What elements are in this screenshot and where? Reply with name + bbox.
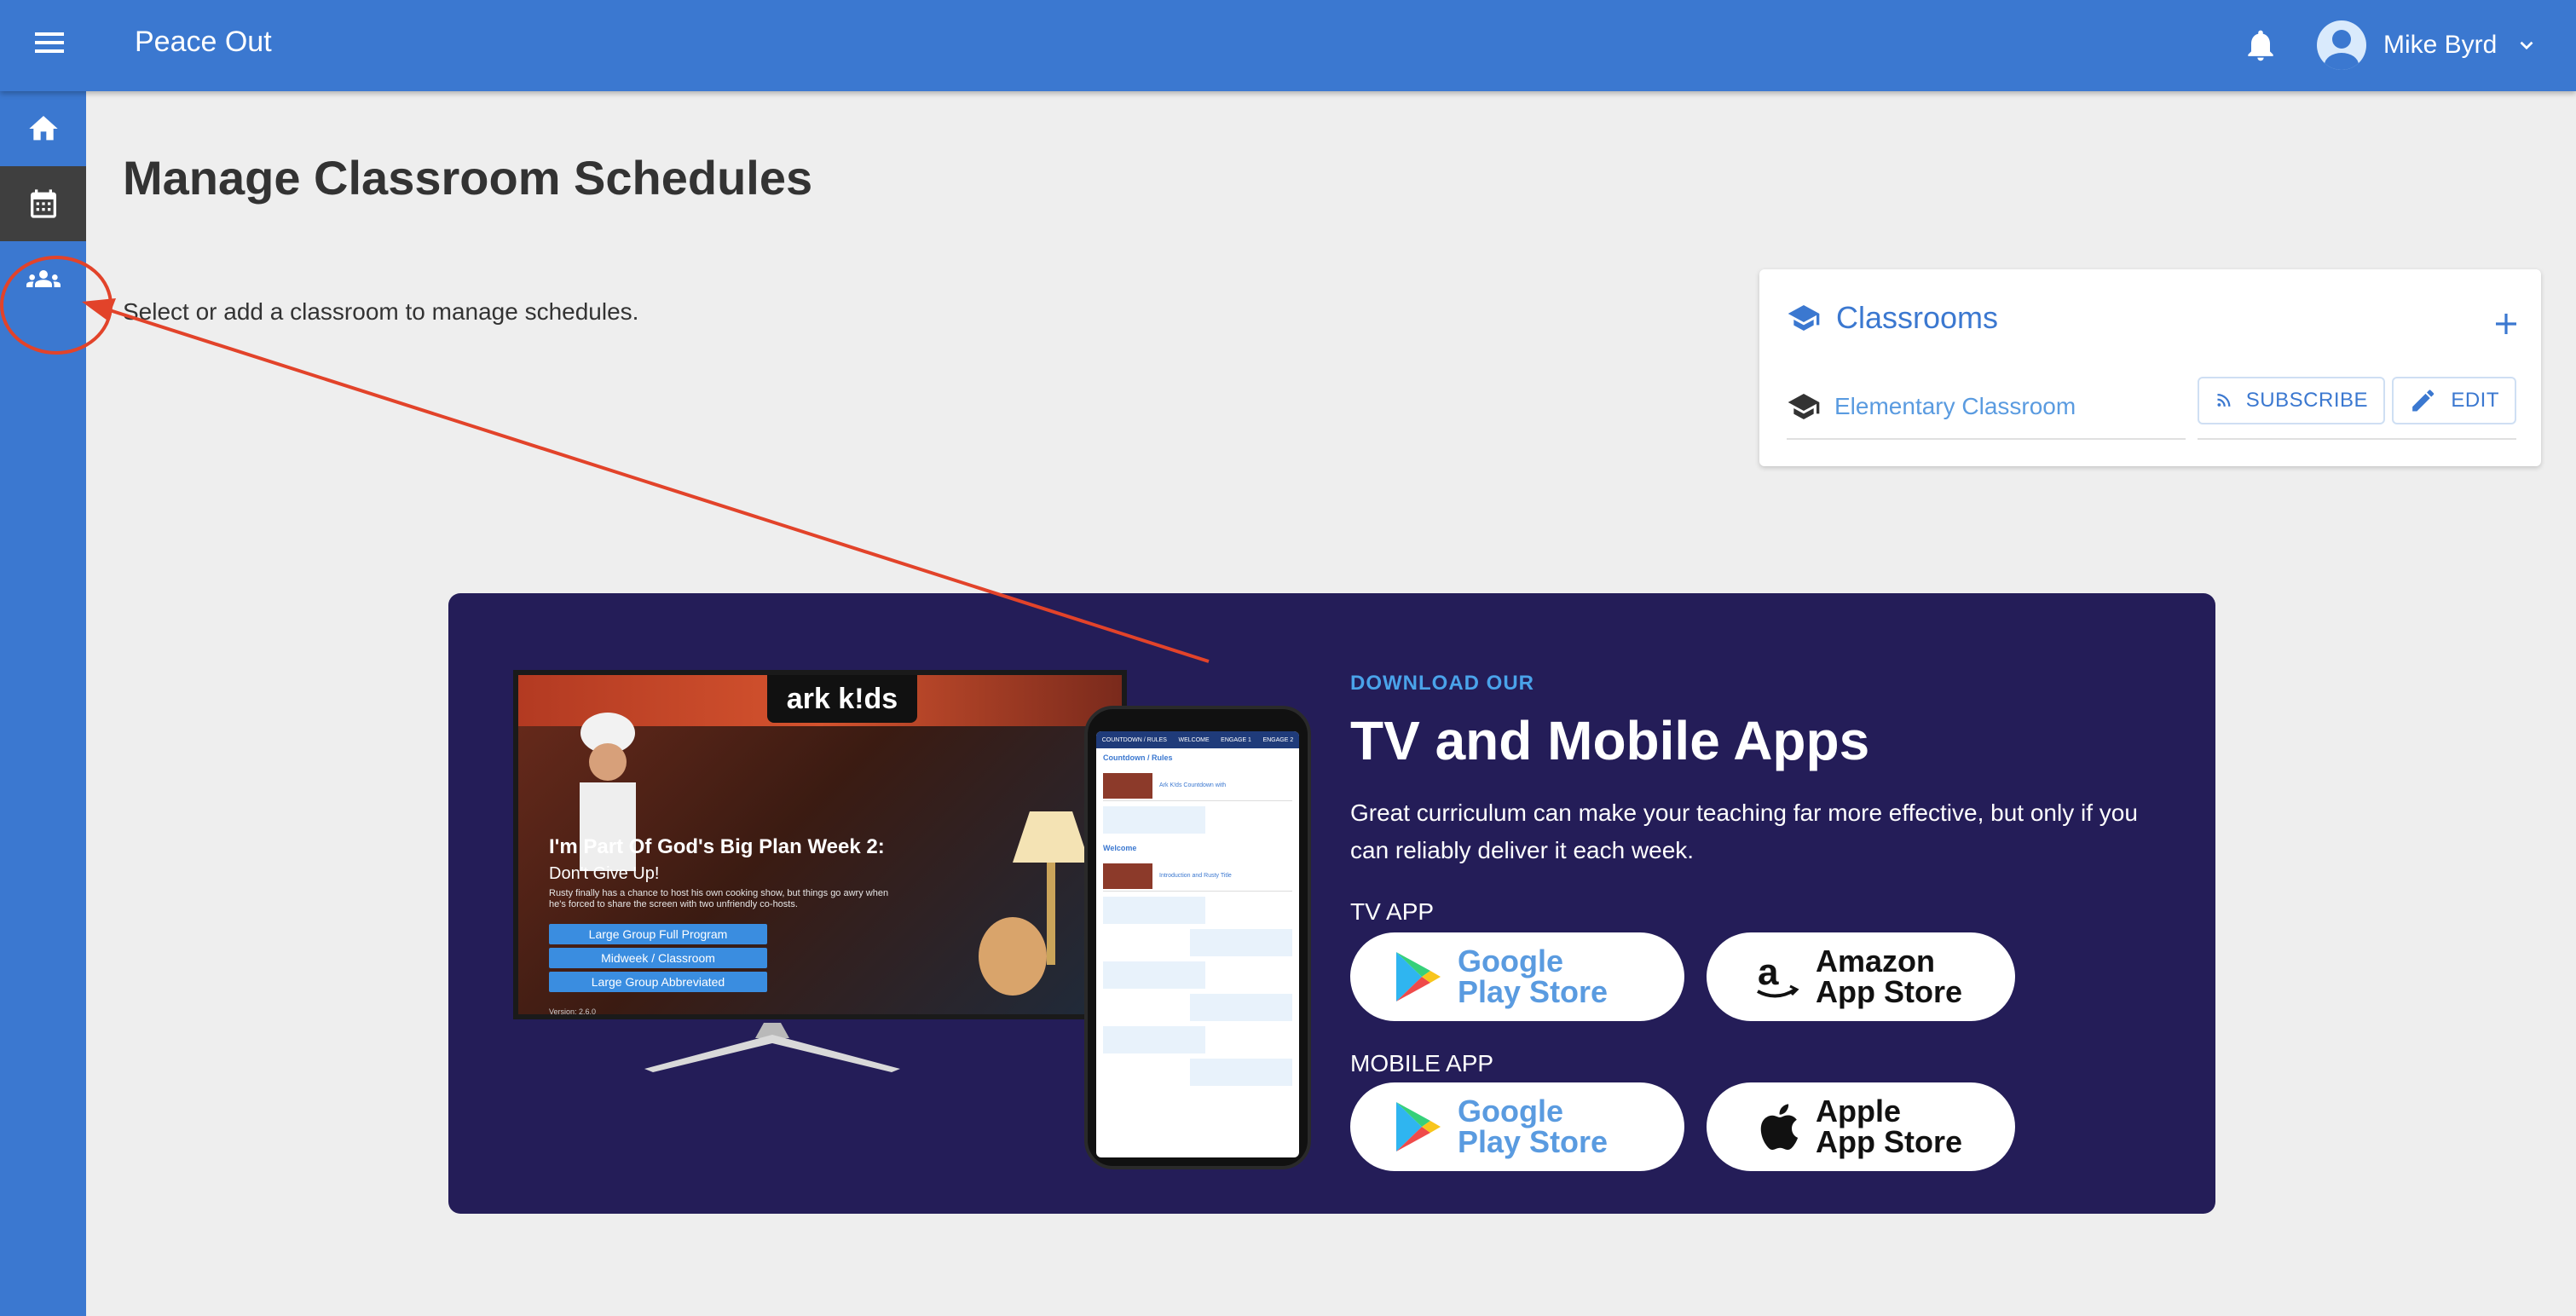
- home-icon: [28, 116, 58, 141]
- classroom-row: Elementary Classroom: [1787, 375, 2186, 440]
- tv-amazon-button[interactable]: a Amazon App Store: [1707, 932, 2015, 1021]
- tv-preview-image: ark k!ds I'm Part Of God's Big Plan Week…: [513, 670, 1127, 1019]
- edit-button[interactable]: EDIT: [2392, 377, 2516, 424]
- tv-option: Large Group Full Program: [549, 924, 767, 944]
- tv-episode-subheading: Don't Give Up!: [549, 864, 660, 883]
- edit-label: EDIT: [2451, 389, 2499, 412]
- divider: [2198, 438, 2516, 440]
- tv-option: Large Group Abbreviated: [549, 972, 767, 992]
- svg-text:a: a: [1758, 951, 1779, 993]
- mobile-google-play-button[interactable]: Google Play Store: [1350, 1082, 1684, 1171]
- store-line: Google: [1458, 944, 1563, 978]
- subscribe-button[interactable]: SUBSCRIBE: [2198, 377, 2385, 424]
- graduation-cap-icon: [1788, 305, 1820, 331]
- page-title: Manage Classroom Schedules: [123, 151, 813, 205]
- graduation-cap-icon: [1788, 394, 1820, 419]
- store-line: Play Store: [1458, 974, 1609, 1009]
- subscribe-label: SUBSCRIBE: [2245, 389, 2368, 412]
- top-app-bar: Peace Out Mike Byrd: [0, 0, 2576, 91]
- ark-kids-logo: ark k!ds: [767, 675, 917, 723]
- phone-section-title: Countdown / Rules: [1103, 753, 1173, 762]
- add-classroom-button[interactable]: [2492, 310, 2520, 338]
- avatar: [2317, 20, 2366, 70]
- phone-tab: COUNTDOWN / RULES: [1101, 736, 1167, 743]
- rss-icon: [2217, 393, 2231, 407]
- notification-bell-icon[interactable]: [2242, 26, 2279, 65]
- tv-stand: [644, 1023, 900, 1072]
- mobile-app-label: MOBILE APP: [1350, 1050, 1494, 1076]
- tv-option: Midweek / Classroom: [549, 948, 767, 968]
- chevron-down-icon: [2520, 41, 2533, 50]
- apple-icon: [1760, 1104, 1799, 1151]
- calendar-icon: [30, 189, 56, 218]
- sidebar-item-classrooms[interactable]: [0, 241, 86, 316]
- google-play-icon: [1396, 952, 1441, 1001]
- sidebar-item-schedules[interactable]: [0, 166, 86, 241]
- user-menu[interactable]: Mike Byrd: [2317, 17, 2538, 73]
- sidebar: [0, 91, 86, 1316]
- sidebar-item-home[interactable]: [0, 91, 86, 166]
- mobile-apple-store-button[interactable]: Apple App Store: [1707, 1082, 2015, 1171]
- classrooms-header: Classrooms: [1787, 300, 1998, 336]
- phone-section-title: Welcome: [1103, 844, 1137, 852]
- amazon-icon: a: [1757, 951, 1799, 998]
- store-line: Amazon: [1816, 944, 1936, 978]
- empty-state-hint: Select or add a classroom to manage sche…: [123, 298, 639, 325]
- phone-item: Ark K!ds Countdown with: [1159, 782, 1227, 788]
- classroom-link[interactable]: Elementary Classroom: [1834, 393, 2076, 420]
- apps-promo-banner: ark k!ds I'm Part Of God's Big Plan Week…: [448, 593, 2215, 1214]
- pencil-icon: [2412, 390, 2434, 412]
- tv-episode-description: Rusty finally has a chance to host his o…: [549, 888, 889, 909]
- menu-icon[interactable]: [31, 27, 68, 61]
- phone-tab: ENGAGE 1: [1221, 736, 1251, 743]
- tv-app-label: TV APP: [1350, 898, 1435, 925]
- classrooms-card: Classrooms Elementary Classroom SUBSCRIB…: [1759, 269, 2541, 466]
- promo-kicker: DOWNLOAD OUR: [1350, 672, 1534, 695]
- tv-google-play-button[interactable]: Google Play Store: [1350, 932, 1684, 1021]
- promo-description: Great curriculum can make your teaching …: [1350, 799, 2138, 863]
- tv-version: Version: 2.6.0: [549, 1007, 597, 1014]
- app-title: Peace Out: [135, 26, 272, 58]
- phone-item: Introduction and Rusty Title: [1159, 873, 1232, 879]
- store-line: Google: [1458, 1094, 1563, 1128]
- store-line: Apple: [1816, 1094, 1902, 1128]
- promo-title: TV and Mobile Apps: [1350, 710, 1870, 771]
- phone-tab: ENGAGE 2: [1262, 736, 1294, 743]
- store-line: App Store: [1816, 974, 1963, 1009]
- user-name: Mike Byrd: [2383, 31, 2498, 59]
- annotation-arrowhead: [82, 298, 116, 320]
- google-play-icon: [1396, 1102, 1441, 1152]
- classrooms-title: Classrooms: [1836, 300, 1999, 335]
- phone-tabs: COUNTDOWN / RULES WELCOME ENGAGE 1 ENGAG…: [1096, 731, 1299, 748]
- store-line: App Store: [1816, 1124, 1963, 1159]
- tv-episode-heading: I'm Part Of God's Big Plan Week 2:: [549, 835, 885, 858]
- phone-preview-image: COUNTDOWN / RULES WELCOME ENGAGE 1 ENGAG…: [1084, 706, 1311, 1169]
- people-icon: [26, 270, 61, 287]
- phone-tab: WELCOME: [1178, 736, 1210, 743]
- store-line: Play Store: [1458, 1124, 1609, 1159]
